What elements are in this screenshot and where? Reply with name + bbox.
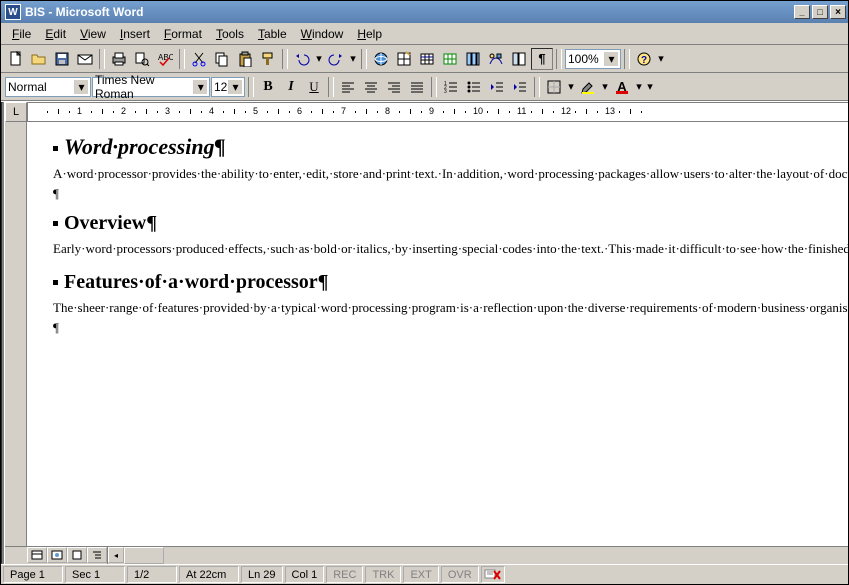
- outdent-button[interactable]: [486, 76, 508, 98]
- status-trk[interactable]: TRK: [365, 566, 401, 583]
- horizontal-ruler[interactable]: 12345678910111213: [27, 102, 848, 122]
- indent-button[interactable]: [509, 76, 531, 98]
- copy-button[interactable]: [211, 48, 233, 70]
- align-left-button[interactable]: [337, 76, 359, 98]
- borders-button[interactable]: [543, 76, 565, 98]
- highlight-button[interactable]: [577, 76, 599, 98]
- print-button[interactable]: [108, 48, 130, 70]
- svg-text:3: 3: [444, 89, 447, 95]
- fontsize-combo[interactable]: 12▾: [211, 77, 245, 97]
- paste-button[interactable]: [234, 48, 256, 70]
- columns-button[interactable]: [462, 48, 484, 70]
- status-ovr[interactable]: OVR: [441, 566, 479, 583]
- menu-insert[interactable]: Insert: [113, 25, 157, 43]
- help-button[interactable]: ?: [633, 48, 655, 70]
- tab-type-button[interactable]: L: [5, 102, 27, 122]
- open-button[interactable]: [28, 48, 50, 70]
- status-page: Page 1: [3, 566, 63, 583]
- tables-borders-button[interactable]: [393, 48, 415, 70]
- menubar: FileEditViewInsertFormatToolsTableWindow…: [1, 23, 848, 45]
- status-at: At 22cm: [179, 566, 239, 583]
- status-col: Col 1: [285, 566, 325, 583]
- status-bar: Page 1 Sec 1 1/2 At 22cm Ln 29 Col 1 REC…: [1, 564, 848, 584]
- insert-table-button[interactable]: [416, 48, 438, 70]
- horizontal-scrollbar[interactable]: [124, 547, 848, 564]
- underline-button[interactable]: U: [303, 76, 325, 98]
- font-color-button[interactable]: A: [611, 76, 633, 98]
- menu-help[interactable]: Help: [350, 25, 389, 43]
- new-doc-button[interactable]: [5, 48, 27, 70]
- borders-dropdown[interactable]: ▾: [566, 76, 576, 98]
- menu-edit[interactable]: Edit: [38, 25, 73, 43]
- undo-dropdown[interactable]: ▾: [314, 48, 324, 70]
- app-window: W BIS - Microsoft Word _ □ × FileEditVie…: [0, 0, 849, 585]
- cut-button[interactable]: [188, 48, 210, 70]
- font-color-dropdown[interactable]: ▾: [634, 76, 644, 98]
- outline-view-button[interactable]: [87, 547, 107, 563]
- status-ext[interactable]: EXT: [403, 566, 438, 583]
- font-combo[interactable]: Times New Roman▾: [92, 77, 210, 97]
- titlebar: W BIS - Microsoft Word _ □ ×: [1, 1, 848, 23]
- normal-view-button[interactable]: [27, 547, 47, 563]
- save-button[interactable]: [51, 48, 73, 70]
- status-rec[interactable]: REC: [326, 566, 363, 583]
- spellcheck-button[interactable]: ABC: [154, 48, 176, 70]
- status-line: Ln 29: [241, 566, 283, 583]
- web-view-button[interactable]: [47, 547, 67, 563]
- menu-view[interactable]: View: [73, 25, 113, 43]
- numbering-button[interactable]: 123: [440, 76, 462, 98]
- zoom-combo[interactable]: 100%▾: [565, 49, 621, 69]
- selection-bar[interactable]: [5, 122, 27, 546]
- minimize-button[interactable]: _: [794, 5, 810, 19]
- align-center-button[interactable]: [360, 76, 382, 98]
- status-spell-icon[interactable]: [481, 566, 505, 583]
- toolbar-more[interactable]: ▾: [656, 48, 666, 70]
- hscroll-left-button[interactable]: ◂: [108, 547, 124, 563]
- formatting-more[interactable]: ▾: [645, 76, 655, 98]
- svg-text:?: ?: [641, 55, 647, 66]
- menu-table[interactable]: Table: [251, 25, 294, 43]
- document-area: L 12345678910111213 ▴ Word·processing¶ A…: [5, 102, 848, 564]
- format-painter-button[interactable]: [257, 48, 279, 70]
- window-title: BIS - Microsoft Word: [25, 5, 794, 19]
- menu-file[interactable]: File: [5, 25, 38, 43]
- hyperlink-button[interactable]: [370, 48, 392, 70]
- drawing-button[interactable]: [485, 48, 507, 70]
- standard-toolbar: ABC ▾ ▾ ¶ 100%▾ ? ▾: [1, 45, 848, 73]
- print-view-button[interactable]: [67, 547, 87, 563]
- print-preview-button[interactable]: [131, 48, 153, 70]
- undo-button[interactable]: [291, 48, 313, 70]
- align-right-button[interactable]: [383, 76, 405, 98]
- justify-button[interactable]: [406, 76, 428, 98]
- doc-map-button[interactable]: [508, 48, 530, 70]
- menu-window[interactable]: Window: [294, 25, 351, 43]
- bold-button[interactable]: B: [257, 76, 279, 98]
- status-section: Sec 1: [65, 566, 125, 583]
- email-button[interactable]: [74, 48, 96, 70]
- italic-button[interactable]: I: [280, 76, 302, 98]
- redo-button[interactable]: [325, 48, 347, 70]
- main-area: Introduction-Categories of softwar-Syste…: [1, 101, 848, 564]
- status-pages: 1/2: [127, 566, 177, 583]
- document-page[interactable]: Word·processing¶ A·word·processor·provid…: [27, 122, 848, 546]
- show-marks-button[interactable]: ¶: [531, 48, 553, 70]
- highlight-dropdown[interactable]: ▾: [600, 76, 610, 98]
- formatting-toolbar: Normal▾ Times New Roman▾ 12▾ B I U 123 ▾…: [1, 73, 848, 101]
- redo-dropdown[interactable]: ▾: [348, 48, 358, 70]
- maximize-button[interactable]: □: [812, 5, 828, 19]
- word-app-icon: W: [5, 4, 21, 20]
- view-buttons: [27, 547, 108, 564]
- menu-format[interactable]: Format: [157, 25, 209, 43]
- style-combo[interactable]: Normal▾: [5, 77, 91, 97]
- svg-text:ABC: ABC: [158, 53, 173, 62]
- close-button[interactable]: ×: [830, 5, 846, 19]
- insert-excel-button[interactable]: [439, 48, 461, 70]
- bullets-button[interactable]: [463, 76, 485, 98]
- menu-tools[interactable]: Tools: [209, 25, 251, 43]
